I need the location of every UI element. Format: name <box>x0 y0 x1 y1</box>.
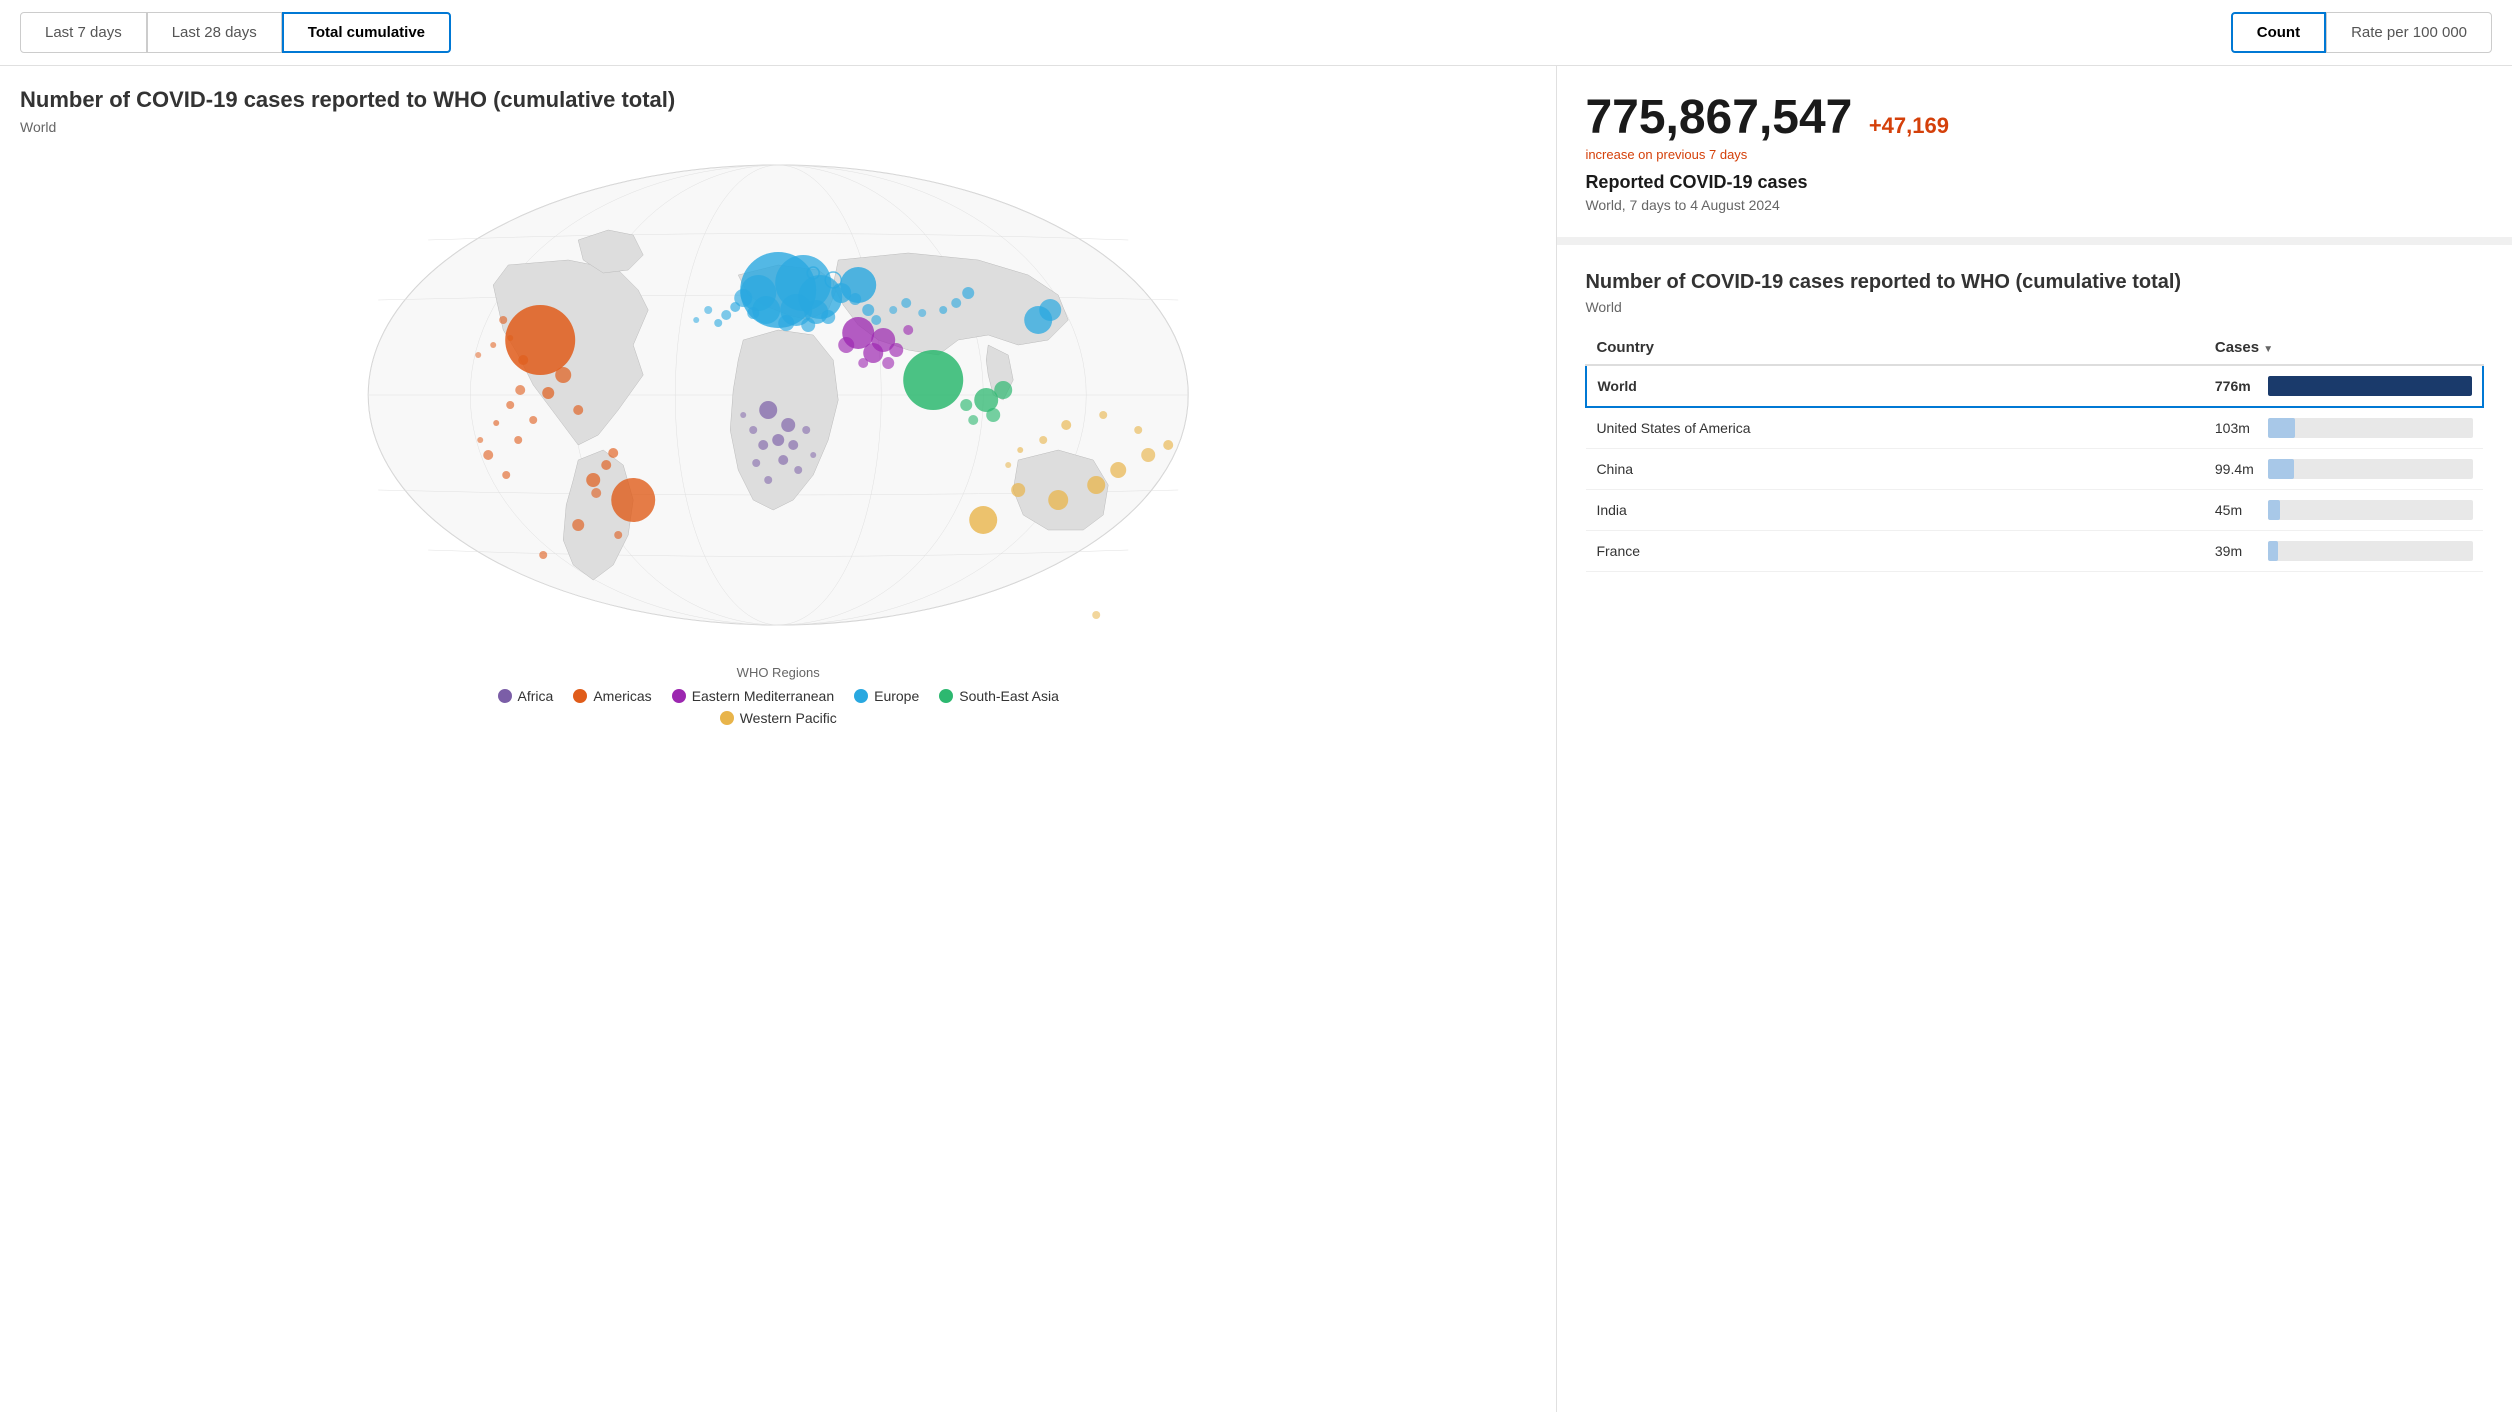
right-panel: 775,867,547 +47,169 increase on previous… <box>1557 66 2512 1412</box>
count-button[interactable]: Count <box>2231 12 2326 53</box>
bar-background <box>2268 418 2473 438</box>
cases-value: 99.4m <box>2215 461 2260 477</box>
bar-background <box>2268 376 2472 396</box>
table-row[interactable]: India 45m <box>1586 490 2483 531</box>
metric-filter-group: Count Rate per 100 000 <box>2231 12 2492 53</box>
last7-button[interactable]: Last 7 days <box>20 12 147 53</box>
cases-bar-cell: 45m <box>2205 490 2483 531</box>
last28-button[interactable]: Last 28 days <box>147 12 282 53</box>
table-row[interactable]: France 39m <box>1586 531 2483 572</box>
country-cell: China <box>1586 449 2204 490</box>
stats-numbers-row: 775,867,547 +47,169 increase on previous… <box>1585 90 2484 162</box>
country-cell: United States of America <box>1586 407 2204 449</box>
cases-bar-cell: 776m <box>2205 365 2483 407</box>
world-map-svg <box>20 145 1536 645</box>
country-col-header: Country <box>1586 331 2204 365</box>
table-header-row: Country Cases ▼ <box>1586 331 2483 365</box>
western-pacific-dot <box>720 711 734 725</box>
cases-value: 45m <box>2215 502 2260 518</box>
time-filter-group: Last 7 days Last 28 days Total cumulativ… <box>20 12 451 53</box>
bar-fill <box>2268 541 2278 561</box>
bar-fill <box>2268 418 2295 438</box>
bar-fill <box>2268 500 2280 520</box>
cases-value: 103m <box>2215 420 2260 436</box>
increase-value: +47,169 <box>1869 113 1949 138</box>
bar-fill <box>2268 459 2294 479</box>
cases-bar-cell: 39m <box>2205 531 2483 572</box>
cases-value: 39m <box>2215 543 2260 559</box>
stats-card: 775,867,547 +47,169 increase on previous… <box>1557 66 2512 245</box>
europe-label: Europe <box>874 688 919 704</box>
left-panel: Number of COVID-19 cases reported to WHO… <box>0 66 1557 1412</box>
stats-label: Reported COVID-19 cases <box>1585 172 2484 193</box>
map-container <box>20 145 1536 645</box>
table-title: Number of COVID-19 cases reported to WHO… <box>1585 269 2484 295</box>
cases-bar-cell: 103m <box>2205 407 2483 449</box>
eastern-med-dot <box>672 689 686 703</box>
legend-item-eastern-med: Eastern Mediterranean <box>672 688 834 704</box>
toolbar: Last 7 days Last 28 days Total cumulativ… <box>0 0 2512 66</box>
country-cell: France <box>1586 531 2204 572</box>
bar-fill <box>2268 376 2472 396</box>
country-cell: India <box>1586 490 2204 531</box>
table-card: Number of COVID-19 cases reported to WHO… <box>1557 245 2512 1412</box>
legend-item-africa: Africa <box>498 688 554 704</box>
big-number: 775,867,547 <box>1585 91 1852 144</box>
cases-value: 776m <box>2215 378 2260 394</box>
bar-background <box>2268 500 2473 520</box>
legend-items-row2: Western Pacific <box>20 710 1536 726</box>
legend-items: Africa Americas Eastern Mediterranean Eu… <box>20 688 1536 704</box>
cases-col-header: Cases ▼ <box>2205 331 2483 365</box>
africa-label: Africa <box>518 688 554 704</box>
map-legend: WHO Regions Africa Americas Eastern Medi… <box>20 655 1536 736</box>
table-row[interactable]: United States of America 103m <box>1586 407 2483 449</box>
south-east-asia-dot <box>939 689 953 703</box>
legend-item-south-east-asia: South-East Asia <box>939 688 1059 704</box>
europe-dot <box>854 689 868 703</box>
bar-background <box>2268 459 2473 479</box>
map-title: Number of COVID-19 cases reported to WHO… <box>20 86 1536 115</box>
total-cumulative-button[interactable]: Total cumulative <box>282 12 451 53</box>
table-row[interactable]: World 776m <box>1586 365 2483 407</box>
legend-item-americas: Americas <box>573 688 651 704</box>
legend-item-europe: Europe <box>854 688 919 704</box>
eastern-med-label: Eastern Mediterranean <box>692 688 834 704</box>
cases-bar-cell: 99.4m <box>2205 449 2483 490</box>
western-pacific-label: Western Pacific <box>740 710 837 726</box>
country-cell: World <box>1586 365 2204 407</box>
table-region: World <box>1585 299 2484 315</box>
app-container: Last 7 days Last 28 days Total cumulativ… <box>0 0 2512 1412</box>
africa-dot <box>498 689 512 703</box>
sort-arrow-icon[interactable]: ▼ <box>2263 344 2273 355</box>
cases-table: Country Cases ▼ World 776m United States o… <box>1585 331 2484 572</box>
main-layout: Number of COVID-19 cases reported to WHO… <box>0 66 2512 1412</box>
americas-dot <box>573 689 587 703</box>
rate-button[interactable]: Rate per 100 000 <box>2326 12 2492 53</box>
legend-item-western-pacific: Western Pacific <box>720 710 837 726</box>
south-east-asia-label: South-East Asia <box>959 688 1059 704</box>
stats-period: World, 7 days to 4 August 2024 <box>1585 197 2484 213</box>
increase-label: increase on previous 7 days <box>1585 147 2484 162</box>
map-region-label: World <box>20 119 1536 135</box>
bar-background <box>2268 541 2473 561</box>
table-row[interactable]: China 99.4m <box>1586 449 2483 490</box>
americas-label: Americas <box>593 688 651 704</box>
legend-title: WHO Regions <box>20 665 1536 680</box>
